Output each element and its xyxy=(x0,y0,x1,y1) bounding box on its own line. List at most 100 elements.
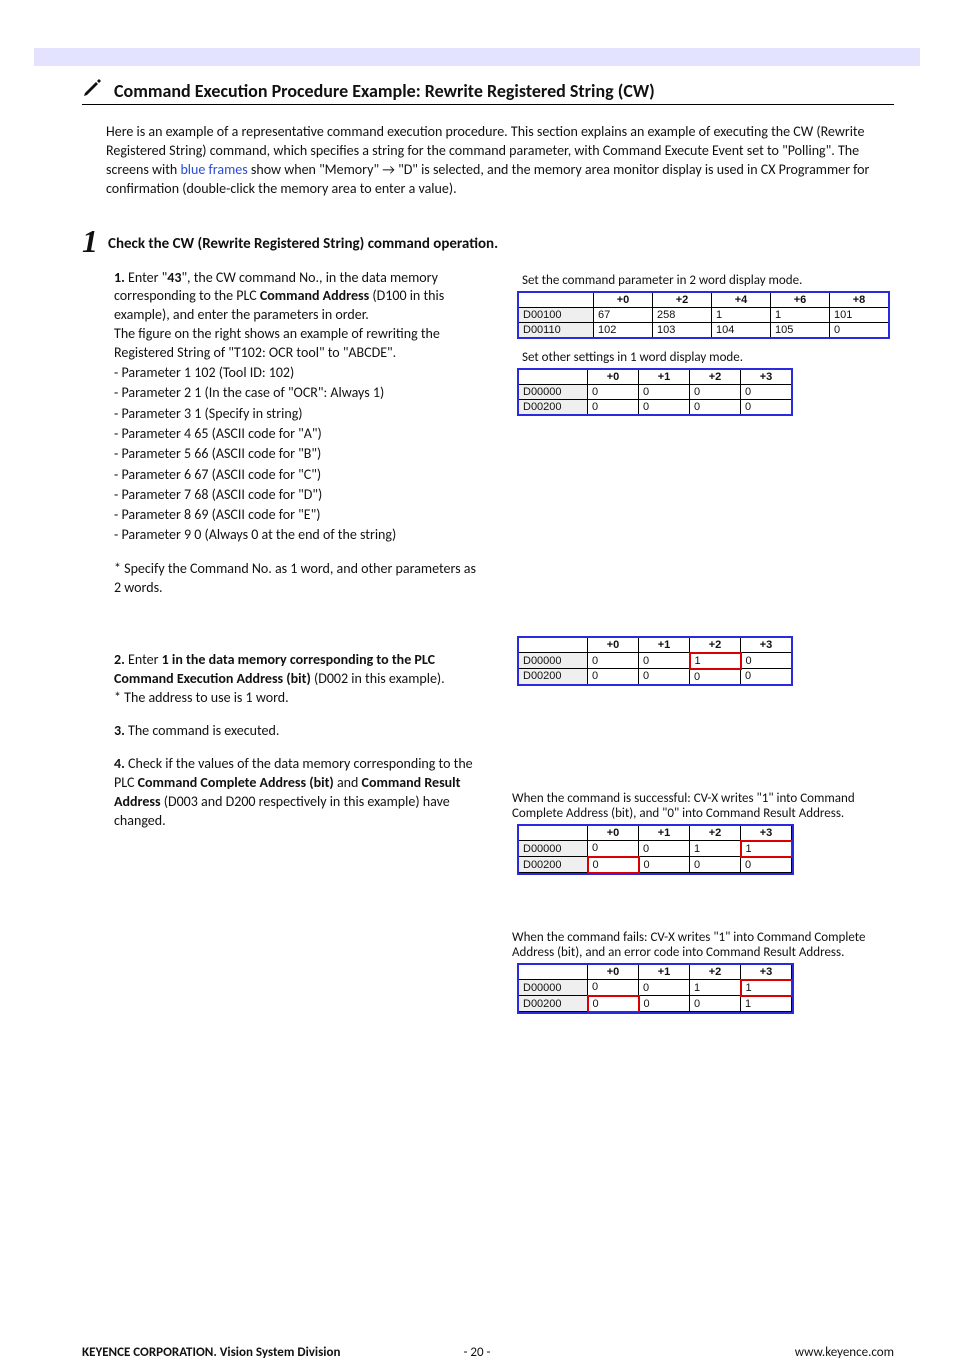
memory-table-5: +0+1+2+3D000000011D002000001 xyxy=(508,964,894,1013)
parameter-line: - Parameter 2 1 (In the case of "OCR": A… xyxy=(114,383,484,403)
memory-cell: 0 xyxy=(588,399,639,414)
memory-cell: 1 xyxy=(741,996,792,1012)
memory-cell: 0 xyxy=(639,384,690,399)
memory-row-label: D00200 xyxy=(519,669,588,685)
memory-col-header xyxy=(519,964,588,980)
page-heading: Command Execution Procedure Example: Rew… xyxy=(114,80,655,102)
memory-cell: 1 xyxy=(690,980,741,996)
memory-cell: 0 xyxy=(588,669,639,685)
memory-col-header: +2 xyxy=(690,825,741,841)
memory-cell: 67 xyxy=(594,307,653,322)
intro-paragraph: Here is an example of a representative c… xyxy=(106,123,894,199)
memory-cell: 105 xyxy=(771,322,830,337)
memory-col-header xyxy=(519,369,588,384)
memory-cell: 0 xyxy=(588,980,639,996)
substep-3: 3. The command is executed. xyxy=(114,722,484,741)
substep-4: 4. Check if the values of the data memor… xyxy=(114,755,484,831)
substep-2-num: 2. xyxy=(114,651,125,668)
memory-table-3: +0+1+2+3D000000010D002000000 xyxy=(508,637,894,685)
memory-col-header: +3 xyxy=(741,825,792,841)
memory-col-header: +0 xyxy=(588,637,639,653)
step-title: Check the CW (Rewrite Registered String)… xyxy=(108,235,498,253)
memory-col-header xyxy=(519,292,594,307)
memory-col-header: +1 xyxy=(639,964,690,980)
memory-col-header: +0 xyxy=(594,292,653,307)
memory-cell: 0 xyxy=(588,857,639,873)
footer-right: www.keyence.com xyxy=(795,1345,894,1360)
memory-cell: 0 xyxy=(639,653,690,669)
memory-col-header: +8 xyxy=(830,292,889,307)
memory-cell: 1 xyxy=(741,980,792,996)
substep-4-text-f: (D003 and D200 respectively in this exam… xyxy=(114,793,450,829)
blue-frames-text: blue frames xyxy=(180,161,247,178)
memory-cell: 0 xyxy=(690,399,741,414)
substep-1-text-b: Enter " xyxy=(125,269,167,286)
memory-cell: 0 xyxy=(830,322,889,337)
substep-2: 2. Enter 1 in the data memory correspond… xyxy=(114,651,484,708)
write-icon xyxy=(82,76,104,100)
substep-2-text-d: (D002 in this example). xyxy=(311,670,445,687)
top-accent-bar xyxy=(34,48,920,66)
parameter-line: - Parameter 1 102 (Tool ID: 102) xyxy=(114,363,484,383)
memory-cell: 0 xyxy=(741,653,792,669)
memory-cell: 104 xyxy=(712,322,771,337)
memory-table-4: +0+1+2+3D000000011D002000000 xyxy=(508,825,894,874)
caption-2: Set other settings in 1 word display mod… xyxy=(522,350,894,365)
memory-cell: 258 xyxy=(653,307,712,322)
step-heading: 1 Check the CW (Rewrite Registered Strin… xyxy=(82,225,894,257)
two-column-layout: 1. Enter "43", the CW command No., in th… xyxy=(82,269,894,1025)
memory-col-header: +0 xyxy=(588,825,639,841)
footer-page-number: - 20 - xyxy=(463,1345,490,1360)
memory-cell: 0 xyxy=(690,384,741,399)
parameter-line: - Parameter 4 65 (ASCII code for "A") xyxy=(114,424,484,444)
memory-row-label: D00000 xyxy=(519,653,588,669)
memory-cell: 1 xyxy=(690,841,741,857)
substep-3-num: 3. xyxy=(114,722,125,739)
memory-col-header xyxy=(519,825,588,841)
memory-cell: 101 xyxy=(830,307,889,322)
substep-3-text: The command is executed. xyxy=(125,722,280,739)
page-content: Command Execution Procedure Example: Rew… xyxy=(0,66,954,1085)
memory-row-label: D00100 xyxy=(519,307,594,322)
memory-col-header: +1 xyxy=(639,369,690,384)
memory-col-header: +0 xyxy=(588,369,639,384)
substep-2-text-b: Enter xyxy=(125,651,162,668)
memory-cell: 0 xyxy=(690,669,741,685)
parameter-line: - Parameter 9 0 (Always 0 at the end of … xyxy=(114,525,484,545)
memory-cell: 0 xyxy=(588,996,639,1012)
memory-cell: 1 xyxy=(771,307,830,322)
memory-row-label: D00200 xyxy=(519,399,588,414)
memory-col-header: +2 xyxy=(653,292,712,307)
caption-1: Set the command parameter in 2 word disp… xyxy=(522,273,894,288)
memory-cell: 0 xyxy=(639,980,690,996)
memory-row-label: D00200 xyxy=(519,857,588,873)
step-number: 1 xyxy=(82,225,98,257)
page-footer: KEYENCE CORPORATION. Vision System Divis… xyxy=(0,1345,954,1360)
memory-cell: 0 xyxy=(741,384,792,399)
parameter-line: - Parameter 6 67 (ASCII code for "C") xyxy=(114,465,484,485)
memory-table-2: +0+1+2+3D000000000D002000000 xyxy=(508,369,894,415)
parameter-line: - Parameter 3 1 (Specify in string) xyxy=(114,404,484,424)
memory-col-header: +1 xyxy=(639,825,690,841)
heading-row: Command Execution Procedure Example: Rew… xyxy=(82,76,894,105)
left-column: 1. Enter "43", the CW command No., in th… xyxy=(114,269,484,1025)
memory-cell: 0 xyxy=(588,653,639,669)
substep-4-num: 4. xyxy=(114,755,125,772)
memory-table-1: +0+2+4+6+8D001006725811101D0011010210310… xyxy=(508,292,894,338)
memory-col-header: +4 xyxy=(712,292,771,307)
memory-col-header: +1 xyxy=(639,637,690,653)
memory-col-header: +3 xyxy=(741,964,792,980)
memory-col-header: +6 xyxy=(771,292,830,307)
substep-4-text-d: and xyxy=(334,774,362,791)
substep-2-note: * The address to use is 1 word. xyxy=(114,689,289,706)
memory-row-label: D00000 xyxy=(519,980,588,996)
memory-row-label: D00000 xyxy=(519,841,588,857)
memory-cell: 0 xyxy=(741,399,792,414)
memory-col-header: +0 xyxy=(588,964,639,980)
parameter-list: - Parameter 1 102 (Tool ID: 102)- Parame… xyxy=(114,363,484,546)
memory-cell: 0 xyxy=(741,857,792,873)
memory-cell: 0 xyxy=(639,841,690,857)
memory-col-header: +3 xyxy=(741,637,792,653)
memory-cell: 103 xyxy=(653,322,712,337)
substep-1-cmdaddr: Command Address xyxy=(260,287,369,304)
